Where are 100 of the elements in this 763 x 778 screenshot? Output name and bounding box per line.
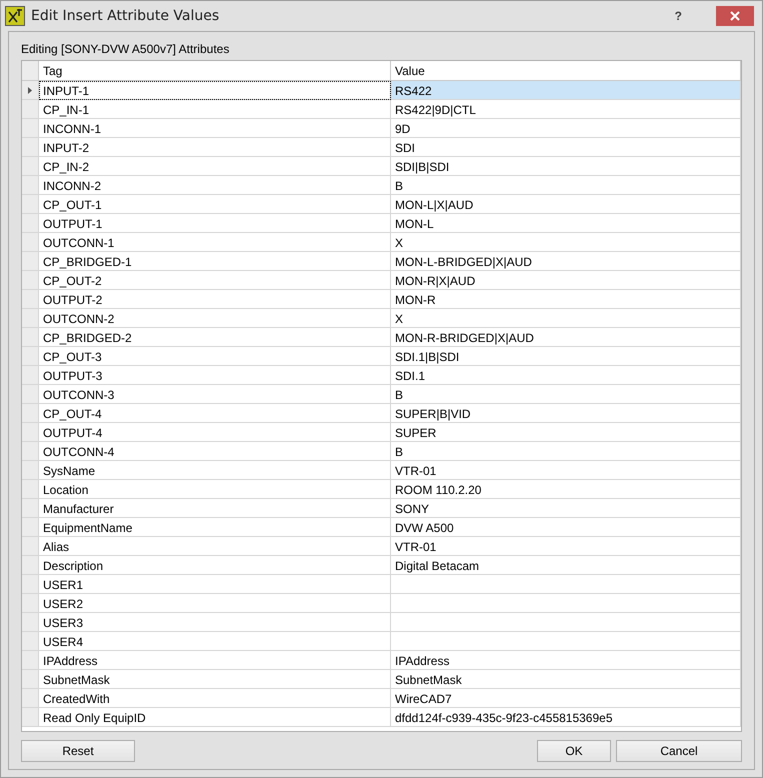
table-cell[interactable] (391, 632, 741, 651)
table-cell: Alias (39, 537, 391, 556)
table-cell: INPUT-1 (39, 81, 391, 100)
table-row[interactable]: CP_OUT-3 SDI.1|B|SDI (22, 347, 741, 366)
table-row[interactable]: OUTCONN-3 B (22, 385, 741, 404)
table-cell[interactable] (391, 594, 741, 613)
table-cell: CP_OUT-1 (39, 195, 391, 214)
table-cell: INPUT-2 (39, 138, 391, 157)
table-cell: Location (39, 480, 391, 499)
table-row[interactable]: OUTCONN-2 X (22, 309, 741, 328)
table-row[interactable]: OUTPUT-2 MON-R (22, 290, 741, 309)
table-row[interactable]: INCONN-2 B (22, 176, 741, 195)
table-cell[interactable]: SDI (391, 138, 741, 157)
table-cell: Read Only EquipID (39, 708, 391, 727)
table-cell[interactable]: VTR-01 (391, 461, 741, 480)
dialog-button[interactable]: Cancel (616, 740, 742, 762)
table-cell[interactable]: SDI|B|SDI (391, 157, 741, 176)
table-row[interactable]: Description Digital Betacam (22, 556, 741, 575)
table-row[interactable]: INCONN-1 9D (22, 119, 741, 138)
table-cell[interactable]: SUPER (391, 423, 741, 442)
table-cell: OUTPUT-2 (39, 290, 391, 309)
table-row[interactable]: USER3 (22, 613, 741, 632)
table-cell: Description (39, 556, 391, 575)
table-row[interactable]: EquipmentName DVW A500 (22, 518, 741, 537)
table-cell: CP_OUT-4 (39, 404, 391, 423)
column-header[interactable]: Tag (39, 61, 391, 81)
table-cell[interactable]: dfdd124f-c939-435c-9f23-c455815369e5 (391, 708, 741, 727)
table-cell[interactable]: B (391, 442, 741, 461)
table-cell[interactable]: VTR-01 (391, 537, 741, 556)
table-cell[interactable]: Digital Betacam (391, 556, 741, 575)
table-cell[interactable]: SDI.1 (391, 366, 741, 385)
table-row[interactable]: Location ROOM 110.2.20 (22, 480, 741, 499)
table-cell[interactable]: B (391, 385, 741, 404)
table-cell: OUTCONN-1 (39, 233, 391, 252)
table-cell[interactable]: RS422 (391, 81, 741, 100)
table-cell: OUTPUT-1 (39, 214, 391, 233)
table-cell[interactable] (391, 613, 741, 632)
close-button[interactable] (716, 6, 754, 26)
table-row[interactable]: CreatedWith WireCAD7 (22, 689, 741, 708)
table-row[interactable]: OUTPUT-1 MON-L (22, 214, 741, 233)
table-row[interactable]: Manufacturer SONY (22, 499, 741, 518)
table-row[interactable]: CP_OUT-1 MON-L|X|AUD (22, 195, 741, 214)
table-row[interactable]: CP_IN-1 RS422|9D|CTL (22, 100, 741, 119)
table-row[interactable]: CP_BRIDGED-1 MON-L-BRIDGED|X|AUD (22, 252, 741, 271)
table-cell[interactable]: X (391, 309, 741, 328)
table-row[interactable]: SysName VTR-01 (22, 461, 741, 480)
table-cell: USER4 (39, 632, 391, 651)
table-row[interactable]: Alias VTR-01 (22, 537, 741, 556)
table-row[interactable]: IPAddress IPAddress (22, 651, 741, 670)
table-cell[interactable]: DVW A500 (391, 518, 741, 537)
table-cell[interactable]: SUPER|B|VID (391, 404, 741, 423)
table-cell[interactable]: MON-L (391, 214, 741, 233)
table-row[interactable]: USER1 (22, 575, 741, 594)
table-cell[interactable]: RS422|9D|CTL (391, 100, 741, 119)
table-row[interactable]: CP_BRIDGED-2 MON-R-BRIDGED|X|AUD (22, 328, 741, 347)
table-cell[interactable]: SONY (391, 499, 741, 518)
table-cell[interactable]: MON-L-BRIDGED|X|AUD (391, 252, 741, 271)
dialog-button[interactable]: Reset (21, 740, 135, 762)
table-cell: OUTCONN-3 (39, 385, 391, 404)
app-icon (5, 6, 25, 26)
table-row[interactable]: Read Only EquipID dfdd124f-c939-435c-9f23-c455815369e5 (22, 708, 741, 727)
table-row[interactable]: OUTCONN-1 X (22, 233, 741, 252)
table-cell[interactable]: MON-R|X|AUD (391, 271, 741, 290)
table-row[interactable]: OUTCONN-4 B (22, 442, 741, 461)
table-cell[interactable]: SubnetMask (391, 670, 741, 689)
table-cell[interactable]: 9D (391, 119, 741, 138)
table-cell: CP_IN-2 (39, 157, 391, 176)
table-cell[interactable]: WireCAD7 (391, 689, 741, 708)
table-row[interactable]: SubnetMask SubnetMask (22, 670, 741, 689)
row-pointer-icon (28, 86, 32, 94)
table-cell[interactable]: MON-R-BRIDGED|X|AUD (391, 328, 741, 347)
table-cell[interactable]: SDI.1|B|SDI (391, 347, 741, 366)
table-row[interactable]: OUTPUT-4 SUPER (22, 423, 741, 442)
table-cell: CP_IN-1 (39, 100, 391, 119)
table-cell: OUTCONN-4 (39, 442, 391, 461)
table-cell: INCONN-2 (39, 176, 391, 195)
table-cell[interactable]: ROOM 110.2.20 (391, 480, 741, 499)
table-row[interactable]: INPUT-2 SDI (22, 138, 741, 157)
table-cell[interactable]: MON-L|X|AUD (391, 195, 741, 214)
table-cell[interactable]: IPAddress (391, 651, 741, 670)
table-row[interactable]: CP_IN-2 SDI|B|SDI (22, 157, 741, 176)
table-cell: CP_OUT-2 (39, 271, 391, 290)
table-cell[interactable] (391, 575, 741, 594)
help-button[interactable]: ? (674, 9, 682, 23)
table-cell: USER1 (39, 575, 391, 594)
table-row[interactable]: USER2 (22, 594, 741, 613)
table-cell[interactable]: B (391, 176, 741, 195)
table-row[interactable]: CP_OUT-4 SUPER|B|VID (22, 404, 741, 423)
table-row[interactable]: CP_OUT-2 MON-R|X|AUD (22, 271, 741, 290)
table-row[interactable]: USER4 (22, 632, 741, 651)
table-cell: USER3 (39, 613, 391, 632)
table-cell[interactable]: MON-R (391, 290, 741, 309)
column-header[interactable]: Value (391, 61, 741, 81)
table-cell: USER2 (39, 594, 391, 613)
table-cell: CreatedWith (39, 689, 391, 708)
table-row[interactable]: INPUT-1 RS422 (22, 81, 741, 100)
table-cell: OUTPUT-3 (39, 366, 391, 385)
table-row[interactable]: OUTPUT-3 SDI.1 (22, 366, 741, 385)
dialog-button[interactable]: OK (537, 740, 611, 762)
table-cell[interactable]: X (391, 233, 741, 252)
